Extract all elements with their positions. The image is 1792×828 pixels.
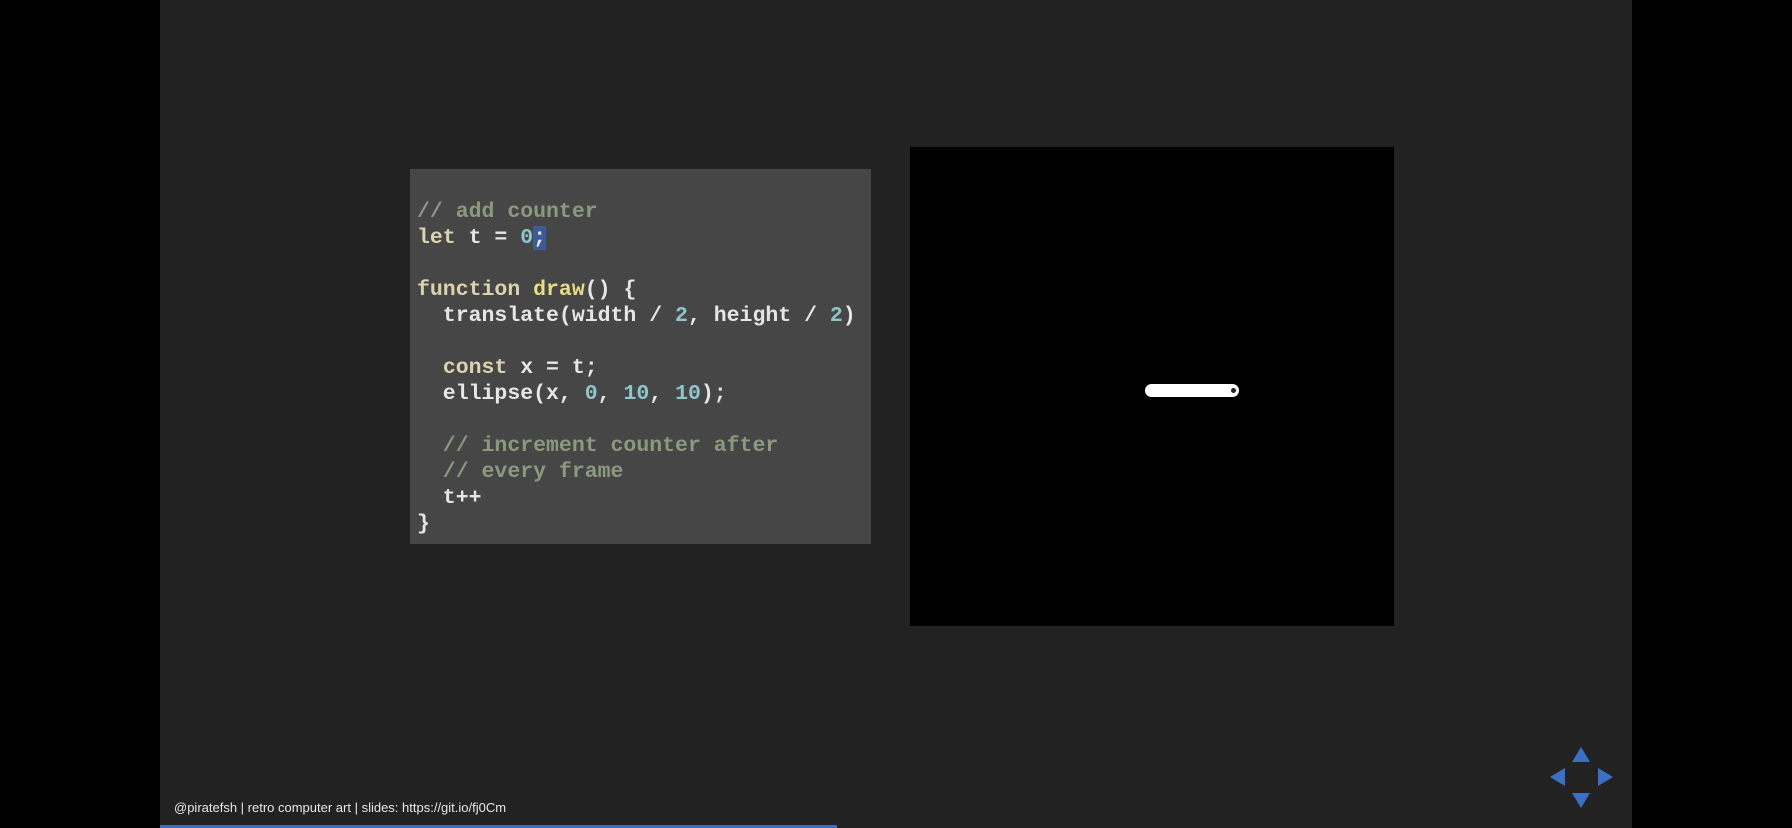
code-token: 0 (520, 226, 534, 250)
code-token: , (597, 382, 624, 406)
code-token: 2 (829, 304, 843, 328)
code-line: function draw() { (417, 277, 871, 303)
slide (160, 0, 1632, 828)
code-token: let (417, 226, 456, 250)
code-token: } (417, 512, 430, 536)
code-token: // increment counter after (417, 434, 779, 458)
code-token: // add counter (417, 200, 598, 224)
code-token: , (649, 382, 676, 406)
arrow-right-icon[interactable] (1598, 768, 1613, 786)
code-token: draw (533, 278, 585, 302)
code-token: const (442, 356, 508, 380)
code-line: ellipse(x, 0, 10, 10); (417, 381, 871, 407)
code-token: x = t; (507, 356, 598, 380)
sketch-canvas (910, 147, 1394, 626)
code-line: // every frame (417, 459, 871, 485)
code-token: ; (533, 226, 547, 250)
code-line: let t = 0; (417, 225, 871, 251)
ellipse-trail (1145, 384, 1239, 397)
code-line: } (417, 511, 871, 537)
code-token: 10 (675, 382, 701, 406)
arrow-down-icon[interactable] (1572, 793, 1590, 808)
code-line: translate(width / 2, height / 2) (417, 303, 871, 329)
arrow-up-icon[interactable] (1572, 747, 1590, 762)
code-line: const x = t; (417, 355, 871, 381)
code-token: () { (584, 278, 637, 302)
code-token: ellipse(x, (417, 382, 585, 406)
code-token: ); (700, 382, 727, 406)
code-token: t = (455, 226, 521, 250)
arrow-left-icon[interactable] (1550, 768, 1565, 786)
code-block: // add counter let t = 0; function draw() … (410, 169, 871, 544)
footer-text: @piratefsh | retro computer art | slides… (174, 800, 507, 815)
code-line: // add counter (417, 199, 871, 225)
code-line: // increment counter after (417, 433, 871, 459)
code-token: t++ (417, 486, 482, 510)
code-token: ) (842, 304, 856, 328)
code-token: 2 (675, 304, 688, 328)
code-token: translate(width / (417, 304, 676, 328)
code-token: , height / (687, 304, 830, 328)
code-token: 0 (584, 382, 598, 406)
code-token: function (417, 278, 521, 302)
code-token: // every frame (417, 460, 624, 484)
code-token: 10 (623, 382, 650, 406)
code-line: t++ (417, 485, 871, 511)
